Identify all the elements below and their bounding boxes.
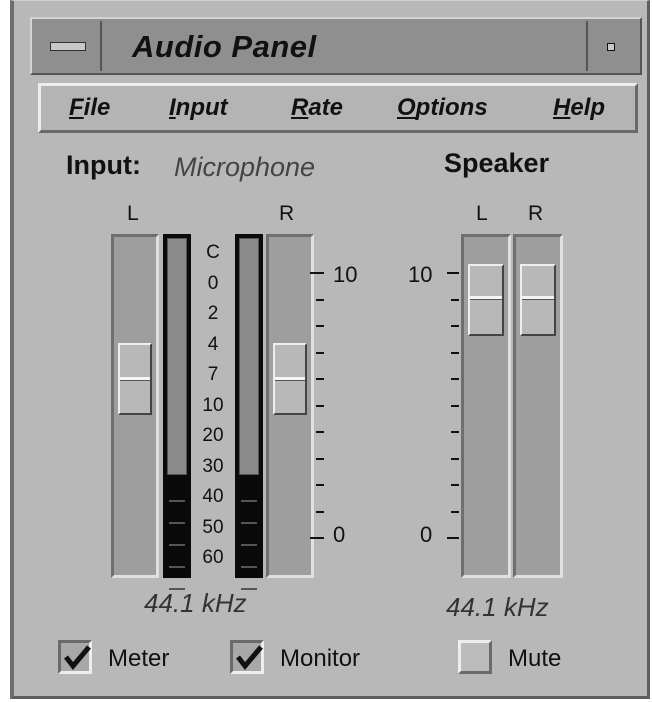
scale-tick	[451, 511, 459, 513]
input-gain-scale-bottom: 0	[333, 522, 346, 547]
window-menu-icon	[50, 42, 86, 51]
scale-tick	[447, 537, 459, 539]
input-rate: 44.1 kHz	[144, 588, 247, 618]
scale-tick	[316, 458, 324, 460]
speaker-rate: 44.1 kHz	[446, 592, 549, 622]
scale-tick	[316, 431, 324, 433]
menu-help[interactable]: Help	[553, 94, 605, 122]
scale-tick	[310, 272, 324, 274]
window-menu-button[interactable]	[34, 21, 102, 71]
meter-segment-line	[169, 566, 185, 568]
menu-input[interactable]: Input	[169, 94, 228, 122]
input-left-gain-slider[interactable]	[111, 234, 159, 578]
mute-checkbox[interactable]	[458, 640, 492, 674]
scale-tick	[451, 484, 459, 486]
window-title: Audio Panel	[132, 29, 317, 64]
minimize-button[interactable]	[586, 21, 638, 71]
scale-tick	[316, 325, 324, 327]
scale-tick	[451, 378, 459, 380]
meter-scale-label: 7	[207, 364, 219, 385]
menu-bar: File Input Rate Options Help	[38, 83, 638, 133]
meter-scale-label: 2	[207, 303, 219, 324]
input-right-level-meter	[235, 234, 263, 578]
input-right-label: R	[279, 202, 295, 225]
input-label: Input:	[66, 150, 141, 180]
input-left-label: L	[127, 202, 139, 225]
speaker-scale-top: 10	[408, 262, 433, 287]
meter-scale-label: 50	[202, 516, 224, 538]
meter-segment-line	[241, 500, 257, 502]
scale-tick	[451, 325, 459, 327]
meter-scale-label: 40	[202, 486, 224, 507]
meter-segment-line	[241, 588, 257, 590]
scale-tick	[310, 537, 324, 539]
minimize-icon	[607, 43, 615, 51]
speaker-left-volume-thumb[interactable]	[468, 264, 504, 336]
input-gain-scale-top: 10	[333, 262, 358, 287]
scale-tick	[451, 352, 459, 354]
speaker-left-volume-slider[interactable]	[461, 234, 511, 578]
meter-scale-label: 60	[202, 547, 224, 568]
meter-scale-label: 4	[207, 333, 219, 355]
meter-scale-label: C	[206, 242, 220, 263]
meter-segment-line	[241, 566, 257, 568]
meter-segment-line	[169, 544, 185, 546]
scale-tick	[451, 431, 459, 433]
meter-segment-line	[169, 500, 185, 502]
input-left-level-meter	[163, 234, 191, 578]
menu-rate[interactable]: Rate	[291, 94, 343, 122]
speaker-scale-bottom: 0	[420, 522, 433, 547]
scale-tick	[316, 352, 324, 354]
checkmark-icon	[236, 645, 263, 670]
speaker-left-label: L	[476, 202, 488, 225]
scale-tick	[316, 299, 324, 301]
monitor-label: Monitor	[280, 645, 361, 672]
speaker-right-volume-slider[interactable]	[513, 234, 563, 578]
meter-segment-line	[241, 544, 257, 546]
scale-tick	[316, 378, 324, 380]
meter-segment-line	[241, 522, 257, 524]
scale-tick	[316, 405, 324, 407]
meter-scale-label: 30	[202, 455, 224, 477]
scale-tick	[451, 299, 459, 301]
meter-scale-label: 10	[202, 394, 224, 416]
menu-file[interactable]: File	[69, 94, 110, 122]
meter-checkbox[interactable]	[58, 640, 92, 674]
meter-label: Meter	[108, 645, 170, 672]
meter-segment-line	[169, 588, 185, 590]
speaker-right-label: R	[528, 202, 544, 225]
scale-tick	[316, 511, 324, 513]
title-bar[interactable]: Audio Panel	[30, 17, 642, 75]
scale-tick	[451, 405, 459, 407]
input-left-gain-thumb[interactable]	[118, 343, 152, 415]
meter-segment-line	[169, 522, 185, 524]
speaker-right-volume-thumb[interactable]	[520, 264, 556, 336]
input-right-gain-slider[interactable]	[266, 234, 314, 578]
speaker-label: Speaker	[444, 148, 550, 178]
menu-options[interactable]: Options	[397, 94, 488, 122]
scale-tick	[451, 458, 459, 460]
input-right-gain-thumb[interactable]	[273, 343, 307, 415]
mute-label: Mute	[508, 645, 562, 672]
meter-scale-label: 20	[202, 425, 224, 446]
scale-tick	[316, 484, 324, 486]
meter-scale-label: 0	[207, 272, 219, 294]
checkmark-icon	[64, 645, 91, 670]
input-source: Microphone	[174, 152, 316, 182]
scale-tick	[447, 272, 459, 274]
monitor-checkbox[interactable]	[230, 640, 264, 674]
